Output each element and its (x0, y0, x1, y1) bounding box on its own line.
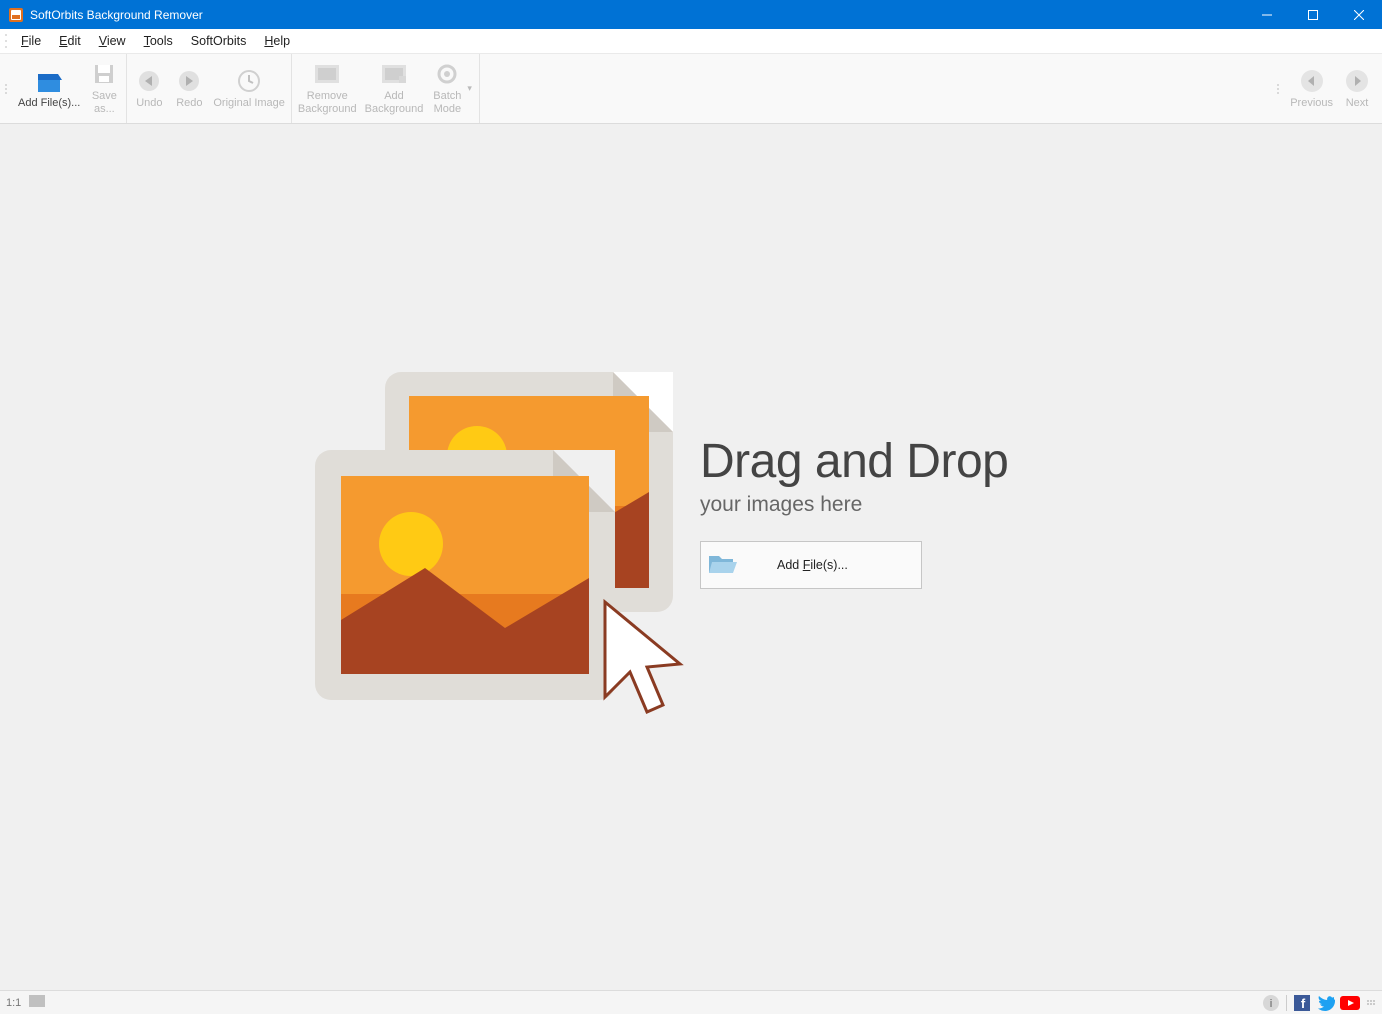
menu-help[interactable]: Help (255, 31, 299, 51)
title-bar: SoftOrbits Background Remover (0, 0, 1382, 29)
menu-file[interactable]: File (12, 31, 50, 51)
original-image-button: Original Image (209, 56, 289, 121)
menu-view[interactable]: View (90, 31, 135, 51)
add-background-button: Add Background (361, 56, 428, 121)
close-button[interactable] (1336, 0, 1382, 29)
menubar-grip (4, 32, 10, 50)
add-files-icon (36, 68, 62, 94)
batch-gear-icon (434, 61, 460, 87)
facebook-icon[interactable]: f (1292, 993, 1312, 1013)
toolbar: Add File(s)... Saveas... Undo Redo Or (0, 54, 1382, 124)
menu-tools[interactable]: Tools (135, 31, 182, 51)
next-icon (1344, 68, 1370, 94)
undo-icon (136, 68, 162, 94)
drop-illustration (305, 372, 695, 747)
minimize-button[interactable] (1244, 0, 1290, 29)
twitter-icon[interactable] (1316, 993, 1336, 1013)
save-as-button: Saveas... (84, 56, 124, 121)
youtube-icon[interactable] (1340, 993, 1360, 1013)
undo-button: Undo (129, 56, 169, 121)
svg-text:f: f (1301, 996, 1306, 1011)
remove-bg-icon (314, 61, 340, 87)
add-files-panel-button[interactable]: Add File(s)... (700, 541, 922, 589)
toolbar-grip-right (1275, 54, 1281, 123)
status-thumbnail-icon (29, 995, 45, 1010)
workspace[interactable]: Drag and Drop your images here Add File(… (0, 124, 1382, 990)
save-icon (91, 61, 117, 87)
folder-open-icon (709, 553, 737, 578)
drop-zone-title: Drag and Drop (700, 434, 1008, 489)
toolbar-grip (3, 54, 9, 123)
info-icon[interactable]: i (1261, 993, 1281, 1013)
next-button: Next (1337, 56, 1377, 121)
menu-bar: File Edit View Tools SoftOrbits Help (0, 29, 1382, 54)
drop-zone-subtitle: your images here (700, 493, 1008, 517)
previous-button: Previous (1286, 56, 1337, 121)
clock-icon (236, 68, 262, 94)
add-files-button[interactable]: Add File(s)... (14, 56, 84, 121)
menu-edit[interactable]: Edit (50, 31, 90, 51)
resize-grip[interactable] (1366, 1000, 1376, 1005)
remove-background-button: Remove Background (294, 56, 361, 121)
app-icon (8, 7, 24, 23)
menu-softorbits[interactable]: SoftOrbits (182, 31, 256, 51)
redo-icon (176, 68, 202, 94)
maximize-button[interactable] (1290, 0, 1336, 29)
svg-text:i: i (1269, 998, 1272, 1010)
status-bar: 1:1 i f (0, 990, 1382, 1014)
batch-mode-button: Batch Mode (427, 56, 467, 121)
redo-button: Redo (169, 56, 209, 121)
window-title: SoftOrbits Background Remover (30, 8, 203, 22)
previous-icon (1299, 68, 1325, 94)
add-bg-icon (381, 61, 407, 87)
toolbar-overflow[interactable]: ▾ (467, 56, 477, 121)
zoom-level: 1:1 (6, 997, 21, 1009)
